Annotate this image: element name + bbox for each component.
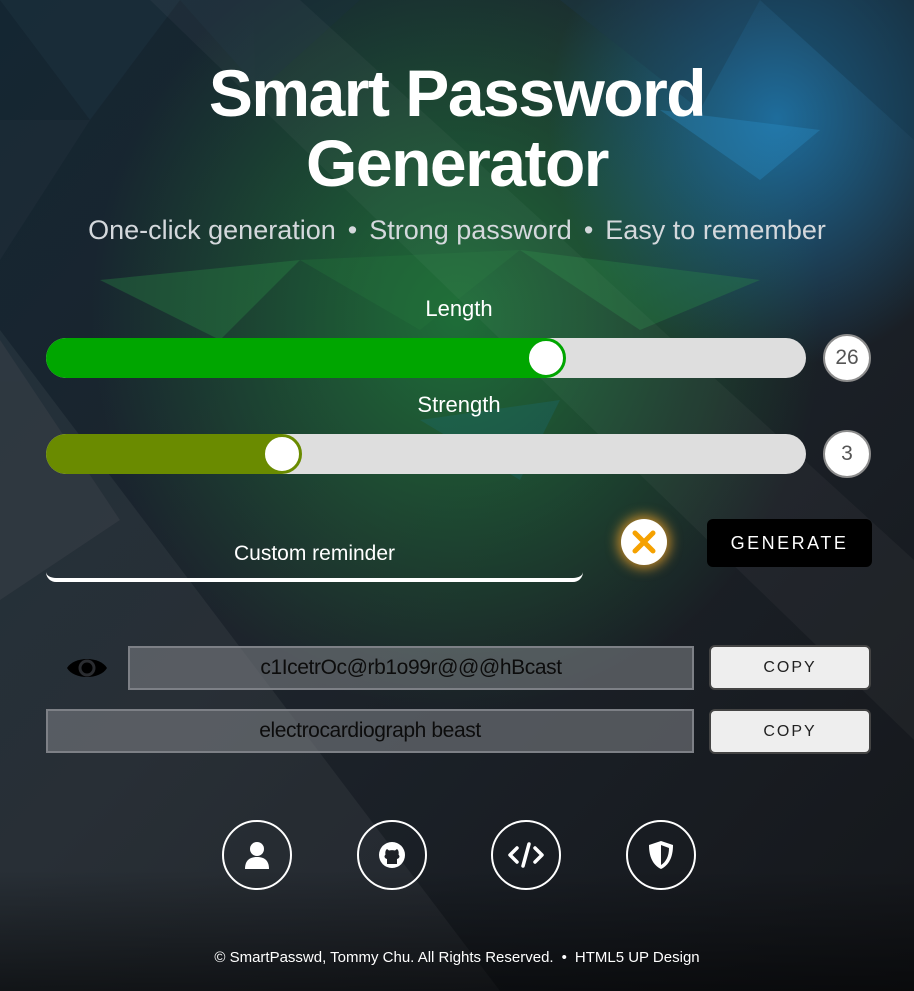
copy-reminder-button[interactable]: COPY [709,709,871,754]
clear-reminder-button[interactable] [621,519,667,565]
length-slider-fill [46,338,546,378]
user-icon [245,842,269,869]
title-line-1: Smart Password [208,56,707,130]
github-icon [379,842,405,868]
tagline: One-click generation • Strong password • Eas… [0,215,914,246]
footer: © SmartPasswd, Tommy Chu. All Rights Res… [0,949,914,966]
source-code-link[interactable] [491,820,561,890]
generate-button[interactable]: GENERATE [707,519,872,567]
strength-label: Strength [417,392,501,417]
reminder-output[interactable]: electrocardiograph beast [46,709,694,753]
password-output[interactable]: c1IcetrOc@rb1o99r@@@hBcast [128,646,694,690]
shield-icon [649,841,673,869]
toggle-visibility-button[interactable] [66,651,108,685]
strength-slider[interactable] [46,434,806,474]
length-slider[interactable] [46,338,806,378]
separator-dot: • [347,215,358,245]
eye-icon [67,659,107,677]
copyright-text: © SmartPasswd, Tommy Chu. All Rights Res… [214,949,554,966]
design-credit-link[interactable]: HTML5 UP Design [575,949,700,966]
strength-slider-thumb[interactable] [262,434,302,474]
github-link[interactable] [357,820,427,890]
custom-reminder-input[interactable]: Custom reminder [46,526,583,582]
security-link[interactable] [626,820,696,890]
close-x-icon [632,530,656,554]
page-title: Smart Password Generator [0,58,914,198]
length-slider-thumb[interactable] [526,338,566,378]
length-value: 26 [823,334,871,382]
strength-slider-fill [46,434,282,474]
tagline-part: Strong password [369,215,572,245]
copy-password-button[interactable]: COPY [709,645,871,690]
separator-dot: • [583,215,594,245]
custom-reminder-placeholder: Custom reminder [233,542,396,565]
author-link[interactable] [222,820,292,890]
tagline-part: Easy to remember [605,215,826,245]
strength-value: 3 [823,430,871,478]
tagline-part: One-click generation [88,215,336,245]
separator-dot: • [561,949,567,966]
title-line-2: Generator [306,126,609,200]
code-icon [508,842,544,868]
length-label: Length [425,296,493,321]
